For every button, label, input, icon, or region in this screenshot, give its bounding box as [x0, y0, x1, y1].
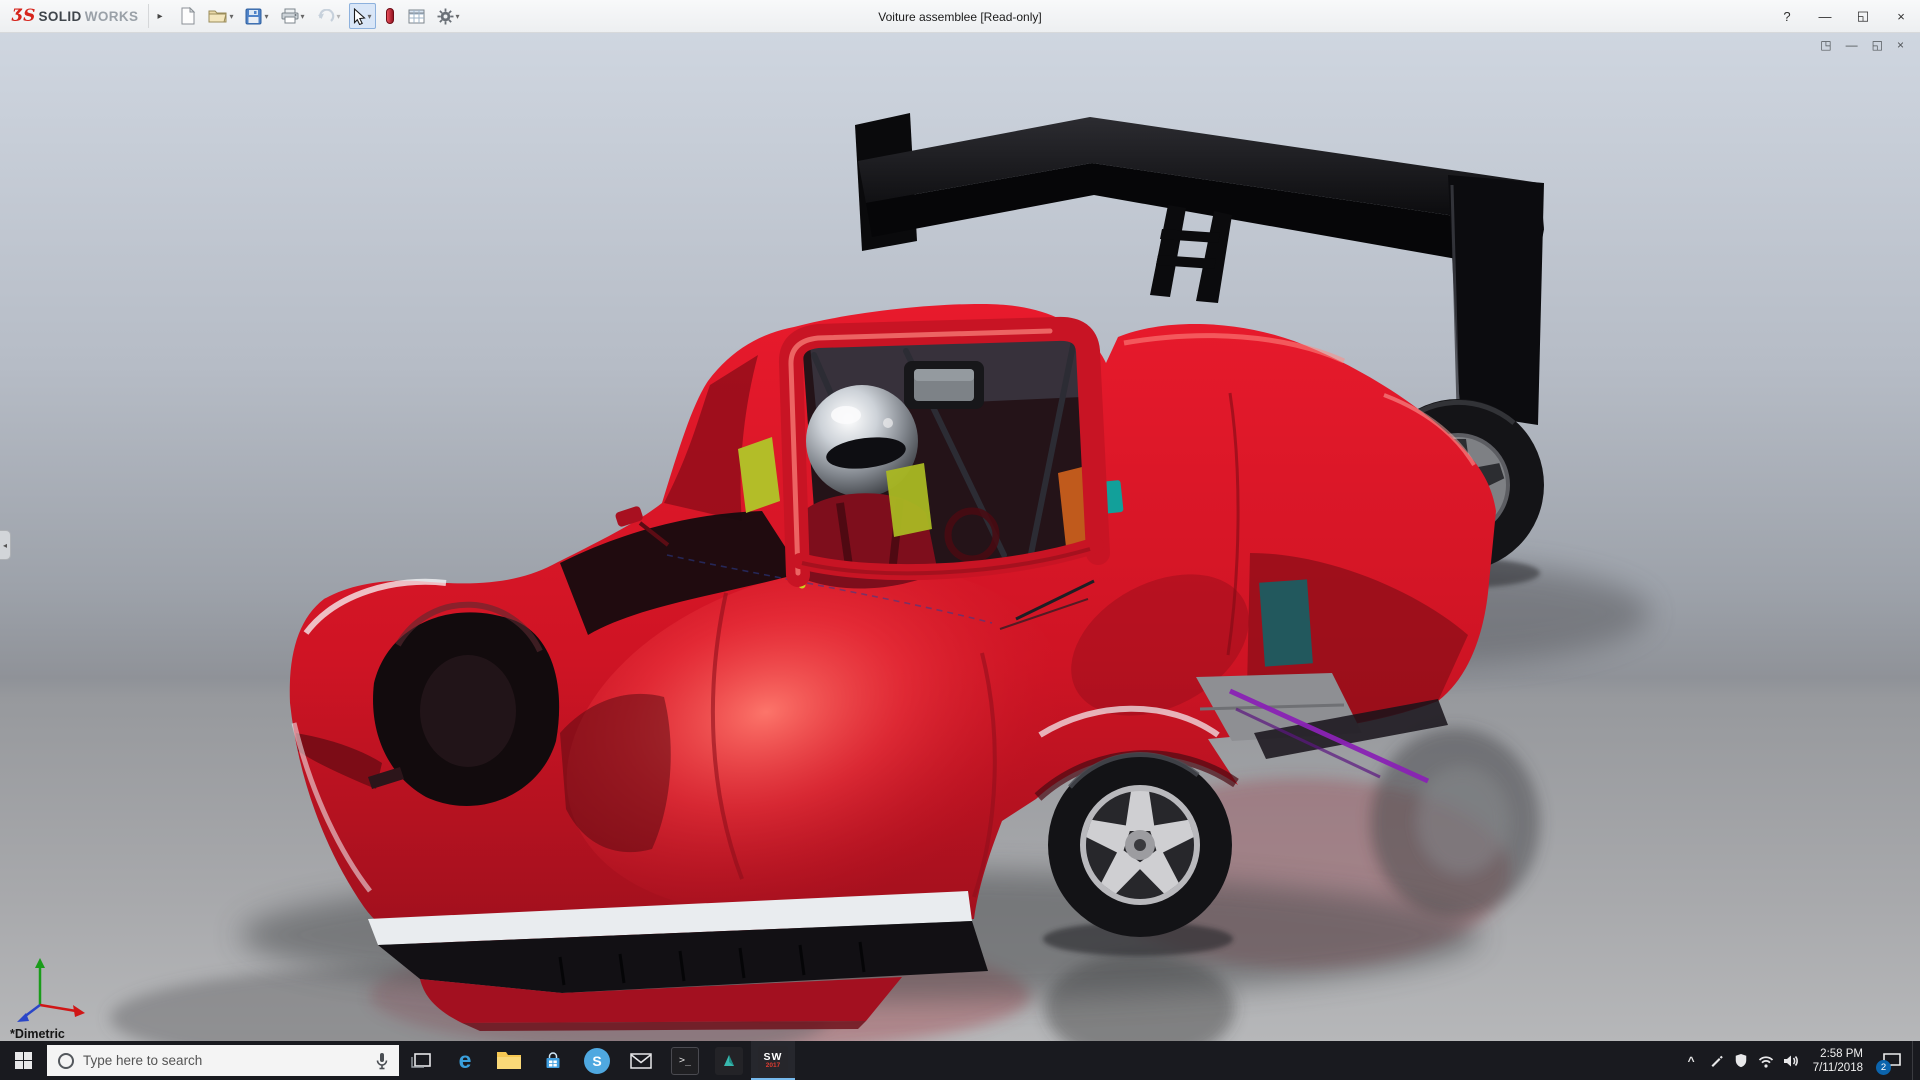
windows-logo-icon — [15, 1052, 32, 1069]
store-button[interactable] — [531, 1041, 575, 1080]
save-caret[interactable]: ▾ — [264, 12, 268, 21]
solidworks-2017-button[interactable]: SW 2017 — [751, 1041, 795, 1080]
select-cursor-icon — [353, 7, 366, 25]
solidworks-2017-icon: SW 2017 — [758, 1045, 788, 1076]
doc-restore-icon[interactable]: ◱ — [1872, 38, 1883, 52]
edge-button[interactable]: e — [443, 1041, 487, 1080]
notification-badge: 2 — [1876, 1060, 1891, 1075]
options-caret[interactable]: ▾ — [456, 12, 460, 21]
new-document-icon — [181, 7, 196, 25]
print-caret[interactable]: ▾ — [301, 12, 305, 21]
network-icon[interactable] — [1754, 1041, 1779, 1080]
taskbar-clock[interactable]: 2:58 PM 7/11/2018 — [1804, 1047, 1872, 1075]
clock-date: 7/11/2018 — [1812, 1061, 1863, 1074]
save-icon — [245, 8, 262, 24]
save-button[interactable]: ▾ — [241, 3, 272, 29]
panel-collapse-tab[interactable]: ◂ — [0, 530, 11, 560]
select-button[interactable]: ▾ — [348, 3, 376, 29]
file-explorer-button[interactable] — [487, 1041, 531, 1080]
hidden-icons-chevron[interactable]: ^ — [1679, 1041, 1704, 1080]
ds-logo-icon: ƷS — [12, 6, 36, 26]
store-icon — [546, 1051, 560, 1068]
document-window-controls: ◳ — ◱ × — [1820, 38, 1904, 52]
command-prompt-icon: >_ — [671, 1046, 699, 1075]
select-caret[interactable]: ▾ — [368, 12, 372, 21]
print-button[interactable]: ▾ — [277, 3, 309, 29]
taskbar-search[interactable] — [47, 1045, 399, 1076]
cockpit[interactable] — [738, 316, 1124, 589]
maximize-button[interactable]: ◱ — [1844, 0, 1882, 33]
options-gear-icon — [437, 8, 454, 24]
quick-access-toolbar: ▾ ▾ ▾ ▾ ▾ ▾ — [176, 3, 463, 29]
edrawings-button[interactable] — [707, 1041, 751, 1080]
solidworks-logo: ƷS SOLID WORKS — [0, 6, 146, 26]
undo-icon — [317, 8, 334, 22]
start-button[interactable] — [0, 1041, 47, 1080]
help-button[interactable]: ? — [1768, 0, 1806, 33]
solidworks-window: ƷS SOLID WORKS ▸ ▾ ▾ ▾ ▾ ▾ ▾ Voiture ass… — [0, 0, 1920, 1080]
defender-shield-icon[interactable] — [1729, 1041, 1754, 1080]
search-input[interactable] — [83, 1053, 367, 1068]
mail-icon — [630, 1052, 652, 1069]
print-icon — [281, 8, 298, 24]
action-center-button[interactable]: 2 — [1872, 1041, 1912, 1080]
edrawings-icon — [715, 1046, 743, 1075]
clock-time: 2:58 PM — [1820, 1047, 1863, 1060]
windows-taskbar: e S >_ SW 2017 ^ — [0, 1041, 1920, 1080]
doc-dock-icon[interactable]: ◳ — [1820, 38, 1831, 52]
volume-icon[interactable] — [1779, 1041, 1804, 1080]
design-table-icon — [408, 9, 425, 23]
doc-minimize-icon[interactable]: — — [1846, 38, 1858, 52]
close-button[interactable]: × — [1882, 0, 1920, 33]
front-wheel[interactable] — [1048, 752, 1232, 937]
skype-button[interactable]: S — [575, 1041, 619, 1080]
open-folder-icon — [208, 10, 228, 23]
options-button[interactable]: ▾ — [433, 3, 464, 29]
undo-caret[interactable]: ▾ — [337, 12, 341, 21]
new-document-button[interactable] — [176, 3, 200, 29]
task-view-button[interactable] — [399, 1041, 443, 1080]
mail-button[interactable] — [619, 1041, 663, 1080]
pen-icon[interactable] — [1704, 1041, 1729, 1080]
doc-close-icon[interactable]: × — [1897, 38, 1904, 52]
undo-button[interactable]: ▾ — [313, 3, 345, 29]
microphone-icon[interactable] — [375, 1052, 389, 1070]
system-tray: ^ 2:58 PM 7/11/2018 2 — [1679, 1041, 1920, 1080]
open-caret[interactable]: ▾ — [229, 12, 233, 21]
3d-scene[interactable] — [0, 33, 1920, 1041]
rebuild-stoplight-icon — [385, 8, 394, 24]
rebuild-button[interactable] — [380, 3, 400, 29]
edge-icon: e — [458, 1047, 472, 1073]
cortana-icon — [58, 1052, 74, 1069]
brand-works: WORKS — [84, 8, 139, 24]
graphics-viewport[interactable]: ◳ — ◱ × ◂ *Dimetric — [0, 33, 1920, 1041]
titlebar: ƷS SOLID WORKS ▸ ▾ ▾ ▾ ▾ ▾ ▾ Voiture ass… — [0, 0, 1920, 33]
task-view-icon — [411, 1052, 431, 1068]
view-orientation-label: *Dimetric — [10, 1027, 65, 1041]
brand-solid: SOLID — [38, 8, 82, 24]
open-button[interactable]: ▾ — [204, 3, 237, 29]
minimize-button[interactable]: — — [1806, 0, 1844, 33]
window-controls: ? — ◱ × — [1768, 0, 1920, 33]
menu-flyout-button[interactable]: ▸ — [148, 4, 170, 28]
command-prompt-button[interactable]: >_ — [663, 1041, 707, 1080]
document-title: Voiture assemblee [Read-only] — [878, 9, 1042, 24]
design-table-button[interactable] — [404, 3, 429, 29]
skype-icon: S — [584, 1047, 610, 1074]
file-explorer-icon — [497, 1052, 521, 1069]
show-desktop-button[interactable] — [1912, 1041, 1920, 1080]
orientation-triad — [17, 958, 85, 1022]
